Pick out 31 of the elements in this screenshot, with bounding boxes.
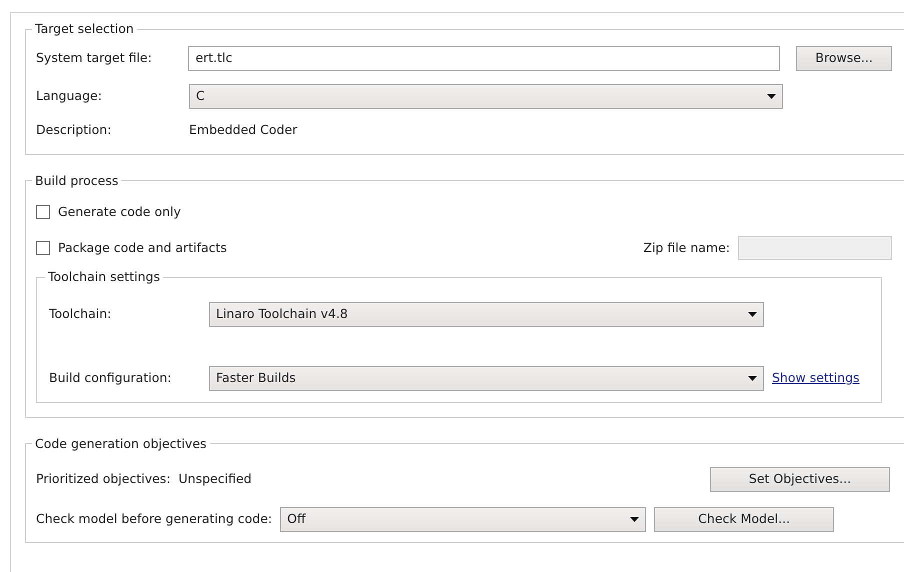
checkbox-label: Package code and artifacts [58,238,227,257]
group-title: Target selection [34,23,135,36]
set-objectives-button[interactable]: Set Objectives... [710,466,890,492]
check-model-button[interactable]: Check Model... [654,506,834,532]
field-label: Language: [36,87,103,106]
caret-icon [748,376,757,381]
text-field[interactable]: ert.tlc [188,46,780,71]
field-label: Toolchain: [49,305,112,324]
group-title: Build process [34,174,120,187]
dropdown[interactable]: C [189,84,783,109]
field-label: Check model before generating code: [36,510,272,528]
browse-button[interactable]: Browse... [796,46,892,71]
field-label: Description: [36,121,112,140]
field-label: Prioritized objectives: [36,470,171,488]
show-settings-link[interactable]: Show settings [772,369,860,388]
checkbox[interactable] [36,241,50,255]
caret-icon [748,312,757,317]
dropdown[interactable]: Faster Builds [209,366,764,391]
description-value: Embedded Coder [189,121,298,140]
dropdown[interactable]: Off [280,506,646,532]
caret-icon [767,94,776,99]
objectives-value: Unspecified [178,470,252,488]
field-label: Zip file name: [643,238,730,257]
checkbox[interactable] [36,205,50,219]
field-label: Build configuration: [49,369,172,388]
field-label: System target file: [36,49,153,68]
checkbox-label: Generate code only [58,202,181,221]
group-title: Code generation objectives [34,438,208,450]
dropdown[interactable]: Linaro Toolchain v4.8 [209,302,764,327]
caret-icon [630,516,640,522]
group-title: Toolchain settings [47,271,161,284]
